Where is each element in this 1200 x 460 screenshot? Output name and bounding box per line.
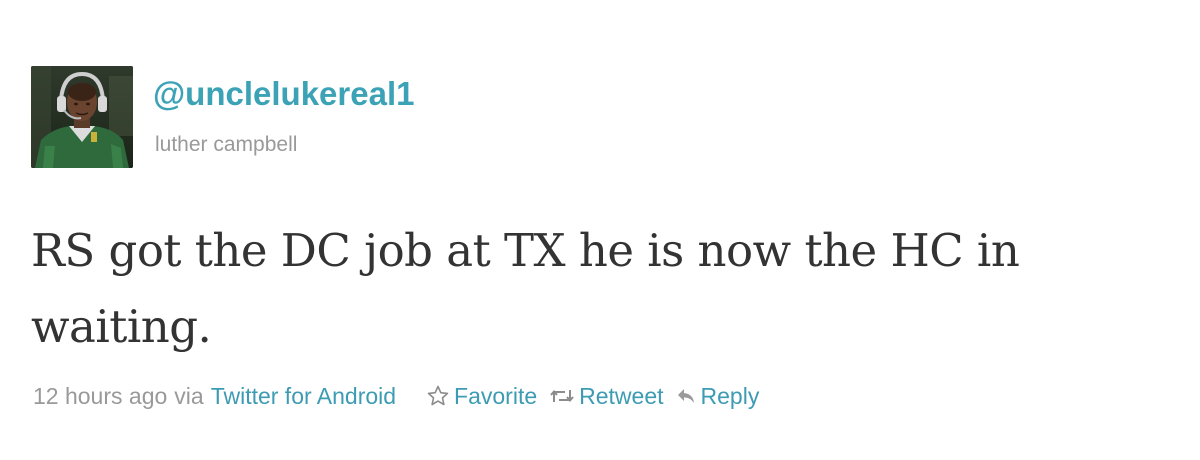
avatar[interactable] [31,66,133,168]
retweet-arrows-icon [550,389,574,403]
source-link[interactable]: Twitter for Android [211,381,396,411]
tweet-text: RS got the DC job at TX he is now the HC… [31,224,1020,353]
retweet-button[interactable]: Retweet [549,381,664,411]
via-label: via [174,383,204,409]
reply-button[interactable]: Reply [675,381,760,411]
timestamp-link[interactable]: 12 hours ago [33,381,167,411]
favorite-label: Favorite [454,383,538,409]
reply-label: Reply [700,383,760,409]
star-outline-icon [427,385,449,406]
tweet-meta-bar: 12 hours ago via Twitter for Android Fav… [33,379,759,413]
avatar-photo [31,66,133,168]
full-name: luther campbell [155,133,298,156]
tweet-card: @unclelukereal1 luther campbell RS got t… [0,0,1200,460]
reply-arrow-icon [677,389,694,403]
favorite-button[interactable]: Favorite [426,381,537,411]
screen-name-link[interactable]: @unclelukereal1 [153,74,414,114]
retweet-label: Retweet [579,383,664,409]
